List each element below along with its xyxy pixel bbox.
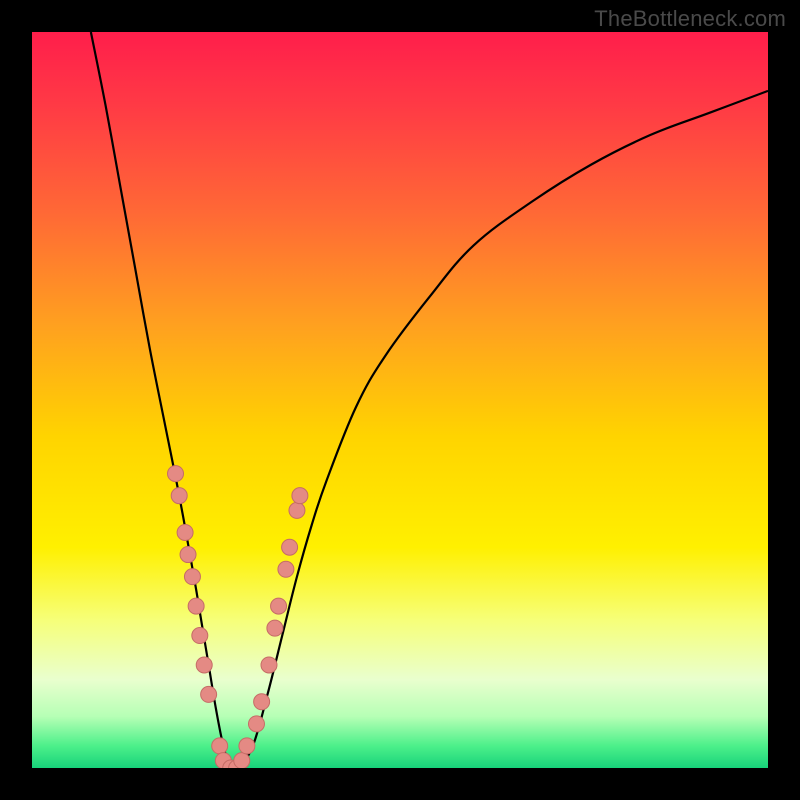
data-marker	[184, 569, 200, 585]
data-marker	[196, 657, 212, 673]
data-marker	[201, 686, 217, 702]
data-marker	[239, 738, 255, 754]
data-marker	[271, 598, 287, 614]
plot-area	[32, 32, 768, 768]
data-marker	[254, 694, 270, 710]
data-marker	[292, 488, 308, 504]
data-marker	[188, 598, 204, 614]
data-marker	[282, 539, 298, 555]
data-marker	[278, 561, 294, 577]
data-marker	[171, 488, 187, 504]
data-marker	[289, 502, 305, 518]
data-marker	[267, 620, 283, 636]
data-marker	[248, 716, 264, 732]
data-marker	[192, 628, 208, 644]
data-marker	[168, 466, 184, 482]
data-marker	[212, 738, 228, 754]
data-marker	[177, 524, 193, 540]
watermark-text: TheBottleneck.com	[594, 6, 786, 32]
gradient-background	[32, 32, 768, 768]
chart-frame: TheBottleneck.com	[0, 0, 800, 800]
data-marker	[261, 657, 277, 673]
bottleneck-chart	[32, 32, 768, 768]
data-marker	[234, 753, 250, 768]
data-marker	[180, 547, 196, 563]
